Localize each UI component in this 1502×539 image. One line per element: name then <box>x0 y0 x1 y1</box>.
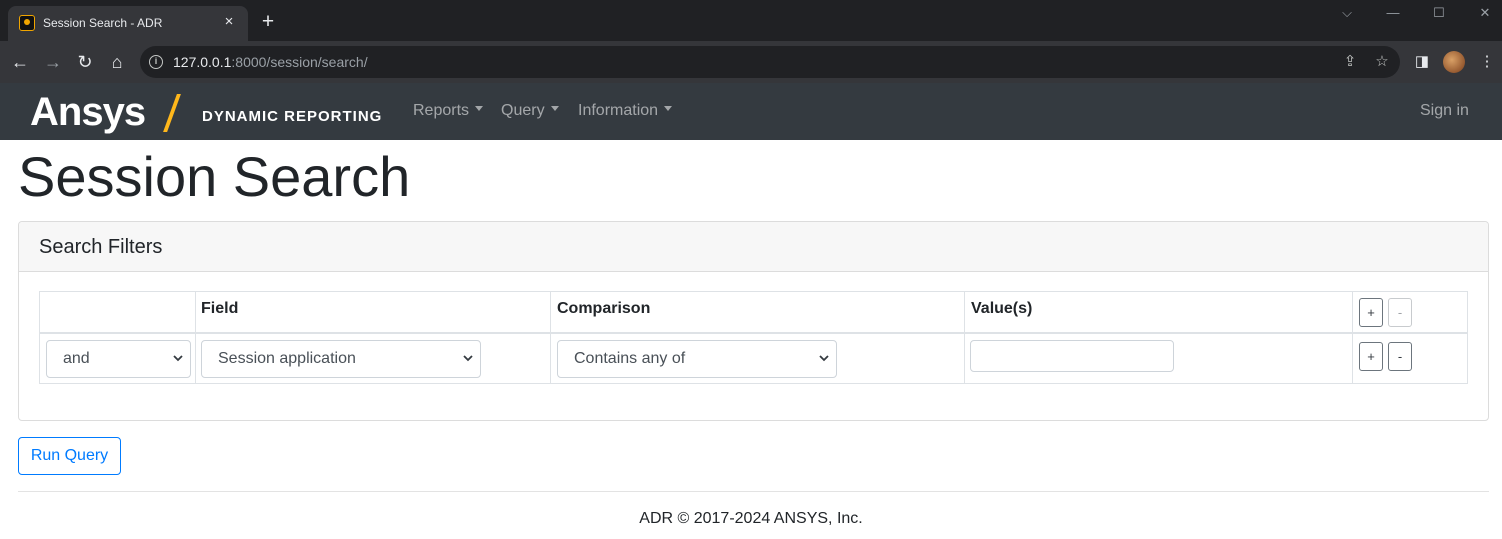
app-navbar: Ansys DYNAMIC REPORTING Reports Query In… <box>0 83 1502 140</box>
tab-close-icon[interactable]: × <box>220 13 238 31</box>
chevron-down-icon <box>819 355 829 362</box>
remove-row-button[interactable]: - <box>1388 342 1412 371</box>
value-input[interactable] <box>970 340 1174 372</box>
filters-table: Field Comparison Value(s) + - and Sessio… <box>39 291 1468 384</box>
nav-reports-label: Reports <box>413 102 470 119</box>
url-text[interactable]: 127.0.0.1:8000/session/search/ <box>173 54 368 70</box>
card-header: Search Filters <box>19 222 1488 272</box>
logic-select[interactable]: and <box>46 340 191 378</box>
comparison-select[interactable]: Contains any of <box>557 340 837 378</box>
nav-query-label: Query <box>501 102 545 119</box>
browser-tab[interactable]: Session Search - ADR × <box>8 6 248 41</box>
browser-toolbar: ← → ↻ ⌂ i 127.0.0.1:8000/session/search/… <box>0 41 1502 83</box>
add-row-button[interactable]: + <box>1359 342 1383 371</box>
site-info-icon[interactable]: i <box>149 55 163 69</box>
run-query-button[interactable]: Run Query <box>18 437 121 475</box>
filters-header-row: Field Comparison Value(s) + - <box>40 292 1467 334</box>
footer-copyright: ADR © 2017-2024 ANSYS, Inc. <box>639 510 863 527</box>
field-select[interactable]: Session application <box>201 340 481 378</box>
logo-brand-text: Ansys <box>30 90 146 134</box>
tab-title: Session Search - ADR <box>43 16 163 30</box>
header-field: Field <box>201 300 239 317</box>
maximize-icon[interactable]: ☐ <box>1429 4 1449 22</box>
share-icon[interactable]: ⇪ <box>1340 52 1360 72</box>
back-arrow-icon[interactable]: ← <box>9 51 31 73</box>
logic-select-value: and <box>63 350 90 367</box>
bookmark-star-icon[interactable]: ☆ <box>1372 52 1392 72</box>
card-header-title: Search Filters <box>39 236 163 258</box>
profile-avatar[interactable] <box>1443 51 1465 73</box>
page-title: Session Search <box>18 145 411 208</box>
header-comparison: Comparison <box>557 300 651 317</box>
comparison-select-value: Contains any of <box>574 350 686 367</box>
caret-down-icon <box>550 106 559 112</box>
caret-down-icon <box>475 106 484 112</box>
logo-slash-icon <box>163 94 181 132</box>
remove-filter-button-disabled[interactable]: - <box>1388 298 1412 327</box>
sign-in-link[interactable]: Sign in <box>1420 102 1469 120</box>
browser-tabbar: Session Search - ADR × + ⌵ — ☐ ✕ <box>0 0 1502 41</box>
tab-search-chevron-icon[interactable]: ⌵ <box>1337 4 1357 22</box>
footer-divider <box>18 491 1489 492</box>
chevron-down-icon <box>173 355 183 362</box>
browser-menu-icon[interactable]: ⋮ <box>1476 51 1498 73</box>
search-filters-card: Search Filters Field Comparison Value(s)… <box>18 221 1489 421</box>
field-select-value: Session application <box>218 350 356 367</box>
header-values: Value(s) <box>971 300 1033 317</box>
nav-information-label: Information <box>578 102 659 119</box>
logo-product-text: DYNAMIC REPORTING <box>202 108 383 125</box>
close-window-icon[interactable]: ✕ <box>1475 4 1495 22</box>
forward-arrow-icon[interactable]: → <box>42 51 64 73</box>
chevron-down-icon <box>463 355 473 362</box>
nav-query-dropdown[interactable]: Query <box>501 102 559 120</box>
url-host: 127.0.0.1 <box>173 54 232 70</box>
nav-reports-dropdown[interactable]: Reports <box>413 102 484 120</box>
minimize-icon[interactable]: — <box>1383 4 1403 22</box>
address-bar[interactable]: i 127.0.0.1:8000/session/search/ ⇪ ☆ <box>140 46 1400 78</box>
reload-icon[interactable]: ↻ <box>74 51 96 73</box>
home-icon[interactable]: ⌂ <box>106 51 128 73</box>
new-tab-icon[interactable]: + <box>257 11 279 34</box>
nav-information-dropdown[interactable]: Information <box>578 102 673 120</box>
side-panel-icon[interactable]: ◨ <box>1411 51 1433 73</box>
url-path: :8000/session/search/ <box>231 54 368 70</box>
add-filter-button[interactable]: + <box>1359 298 1383 327</box>
adr-favicon-icon <box>19 15 35 31</box>
caret-down-icon <box>664 106 673 112</box>
